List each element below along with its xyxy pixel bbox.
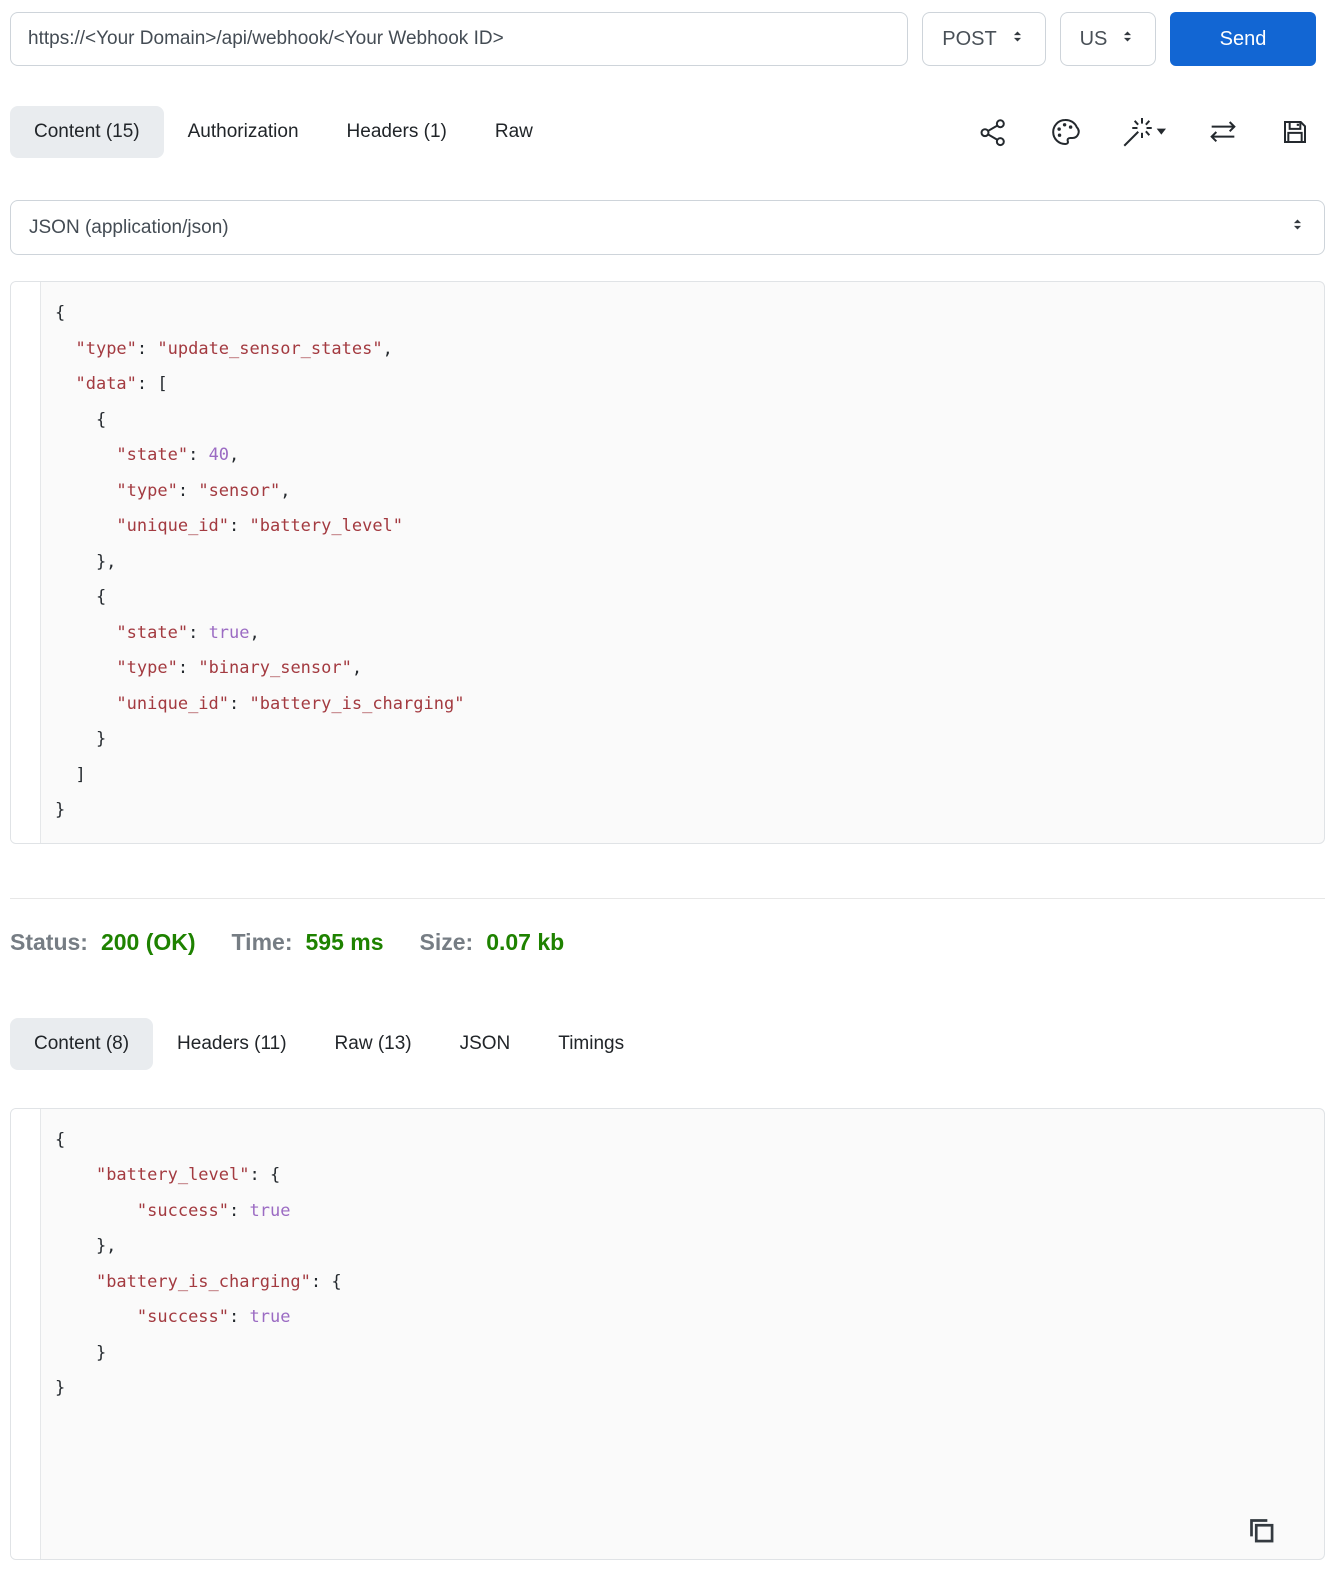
magic-wand-icon[interactable] <box>1121 116 1167 148</box>
status-pair: Status: 200 (OK) <box>10 929 196 956</box>
response-body-viewer: { "battery_level": { "success": true }, … <box>10 1107 1325 1560</box>
tab-raw[interactable]: Raw <box>471 106 557 158</box>
request-toolbar <box>977 116 1325 148</box>
copy-icon[interactable] <box>1242 1511 1280 1549</box>
tab-response-json[interactable]: JSON <box>436 1018 535 1070</box>
share-icon[interactable] <box>977 116 1009 148</box>
request-url-row: POST US Send <box>10 12 1325 66</box>
size-pair: Size: 0.07 kb <box>420 929 565 956</box>
chevron-updown-icon <box>1119 28 1136 51</box>
palette-icon[interactable] <box>1049 116 1081 148</box>
section-divider <box>10 897 1325 899</box>
region-select[interactable]: US <box>1060 12 1156 66</box>
response-tabs: Content (8) Headers (11) Raw (13) JSON T… <box>10 1017 648 1070</box>
request-url-input[interactable] <box>10 12 908 66</box>
content-type-value: JSON (application/json) <box>29 216 229 238</box>
api-tester-page: POST US Send Content (15) Authorization … <box>0 0 1335 1560</box>
status-value: 200 (OK) <box>100 928 196 955</box>
time-value: 595 ms <box>305 928 384 955</box>
http-method-value: POST <box>942 27 997 50</box>
tab-response-content[interactable]: Content (8) <box>10 1017 154 1070</box>
tab-content[interactable]: Content (15) <box>10 106 164 158</box>
time-pair: Time: 595 ms <box>232 929 384 956</box>
http-method-select[interactable]: POST <box>922 12 1046 66</box>
size-value: 0.07 kb <box>486 928 565 955</box>
chevron-updown-icon <box>1009 28 1026 51</box>
request-body-editor: { "type": "update_sensor_states", "data"… <box>10 281 1325 844</box>
region-value: US <box>1079 27 1108 50</box>
editor-gutter <box>11 282 41 843</box>
tab-headers[interactable]: Headers (1) <box>323 106 471 158</box>
send-button[interactable]: Send <box>1170 12 1316 66</box>
tab-response-raw[interactable]: Raw (13) <box>311 1018 436 1070</box>
save-icon[interactable] <box>1279 116 1311 148</box>
tab-response-timings[interactable]: Timings <box>534 1018 648 1070</box>
tab-response-headers[interactable]: Headers (11) <box>153 1018 310 1070</box>
status-label: Status: <box>10 928 88 955</box>
viewer-gutter <box>11 1108 41 1559</box>
swap-arrows-icon[interactable] <box>1207 116 1239 148</box>
time-label: Time: <box>231 928 293 955</box>
request-body-code[interactable]: { "type": "update_sensor_states", "data"… <box>41 282 1324 843</box>
size-label: Size: <box>419 928 474 955</box>
chevron-updown-icon <box>1289 216 1306 239</box>
request-tabs: Content (15) Authorization Headers (1) R… <box>10 106 557 158</box>
tab-authorization[interactable]: Authorization <box>164 106 323 158</box>
response-tabs-row: Content (8) Headers (11) Raw (13) JSON T… <box>10 1016 1325 1072</box>
content-type-select[interactable]: JSON (application/json) <box>10 200 1325 255</box>
response-body-code: { "battery_level": { "success": true }, … <box>55 1129 342 1399</box>
response-status-row: Status: 200 (OK) Time: 595 ms Size: 0.07… <box>10 929 1325 956</box>
request-tabs-row: Content (15) Authorization Headers (1) R… <box>10 104 1325 160</box>
